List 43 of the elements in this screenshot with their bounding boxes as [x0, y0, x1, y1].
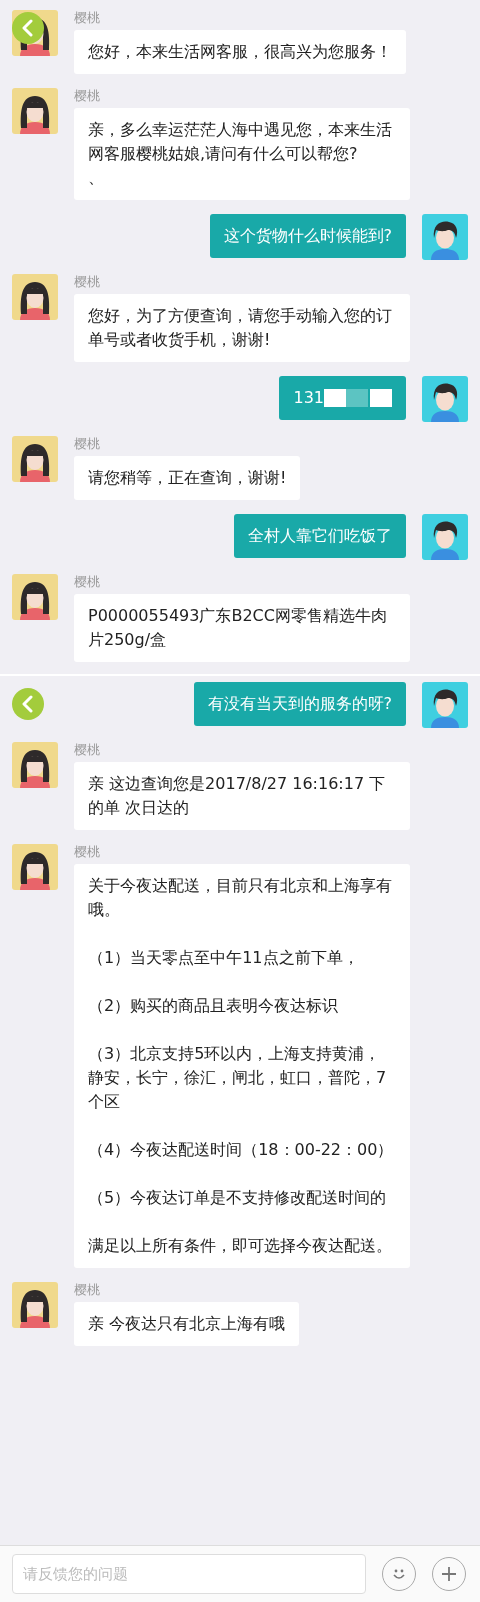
girl-avatar-icon	[12, 574, 58, 620]
message-bubble: 您好，本来生活网客服，很高兴为您服务！	[74, 30, 406, 74]
message-bubble: 全村人靠它们吃饭了	[234, 514, 406, 558]
plus-icon	[440, 1565, 458, 1583]
message-text: 131	[293, 387, 324, 409]
message-text: 关于今夜达配送，目前只有北京和上海享有哦。	[88, 875, 393, 921]
girl-avatar-icon	[12, 88, 58, 134]
sender-name: 樱桃	[74, 742, 101, 758]
sender-name: 樱桃	[74, 88, 101, 104]
message-text: （3）北京支持5环以内，上海支持黄浦，静安，长宁，徐汇，闸北，虹口，普陀，7个区	[88, 1043, 388, 1113]
message-text: 满足以上所有条件，即可选择今夜达配送。	[88, 1235, 393, 1257]
sender-name: 樱桃	[74, 10, 101, 26]
input-field[interactable]: 请反馈您的问题	[12, 1554, 366, 1594]
girl-avatar-icon	[12, 1282, 58, 1328]
girl-avatar-icon	[12, 844, 58, 890]
girl-avatar-icon	[12, 742, 58, 788]
message-bubble: 您好，为了方便查询，请您手动输入您的订单号或者收货手机，谢谢!	[74, 294, 410, 362]
message-text: （5）今夜达订单是不支持修改配送时间的	[88, 1187, 388, 1209]
boy-avatar-icon	[422, 682, 468, 728]
sender-name: 樱桃	[74, 844, 101, 860]
message-bubble: 亲，多么幸运茫茫人海中遇见您，本来生活网客服樱桃姑娘,请问有什么可以帮您? 、	[74, 108, 410, 200]
boy-avatar-icon	[422, 376, 468, 422]
girl-avatar-icon	[12, 274, 58, 320]
sender-name: 樱桃	[74, 574, 101, 590]
boy-avatar-icon	[422, 214, 468, 260]
message-text: （4）今夜达配送时间（18：00-22：00）	[88, 1139, 395, 1161]
boy-avatar-icon	[422, 514, 468, 560]
message-bubble: P0000055493广东B2CC网零售精选牛肉片250g/盒	[74, 594, 410, 662]
message-bubble: 亲 今夜达只有北京上海有哦	[74, 1302, 300, 1346]
emoji-button[interactable]	[382, 1557, 416, 1591]
message-text: （2）购买的商品且表明今夜达标识	[88, 995, 340, 1017]
message-text: （1）当天零点至中午11点之前下单，	[88, 947, 360, 969]
message-bubble: 请您稍等，正在查询，谢谢!	[74, 456, 301, 500]
sender-name: 樱桃	[74, 274, 101, 290]
girl-avatar-icon	[12, 436, 58, 482]
message-bubble: 这个货物什么时候能到?	[209, 214, 406, 258]
sender-name: 樱桃	[74, 1282, 101, 1298]
message-bubble: 有没有当天到的服务的呀?	[193, 682, 406, 726]
sender-name: 樱桃	[74, 436, 101, 452]
chevron-left-icon	[21, 695, 35, 713]
chevron-left-icon	[21, 19, 35, 37]
message-bubble: 亲 这边查询您是2017/8/27 16:16:17 下的单 次日达的	[74, 762, 410, 830]
add-button[interactable]	[432, 1557, 466, 1591]
